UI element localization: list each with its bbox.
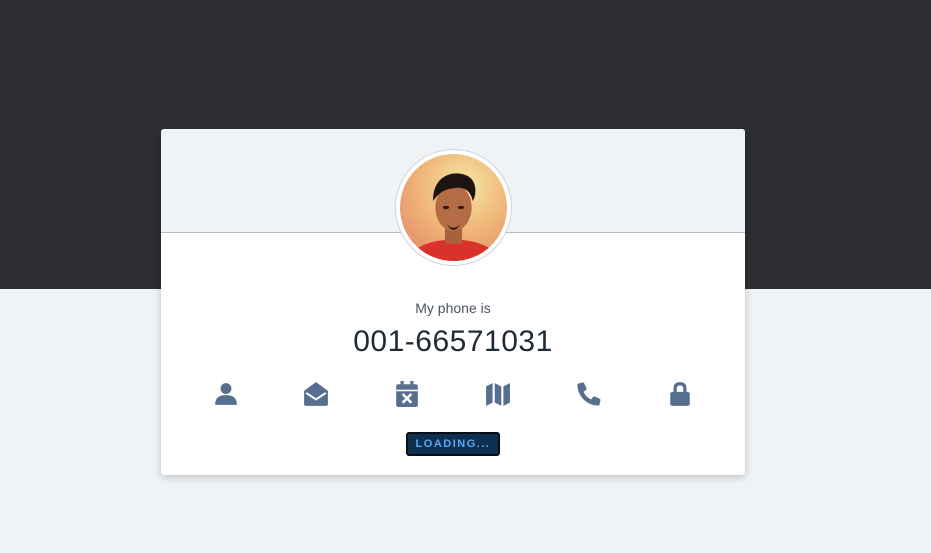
profile-card: My phone is 001-66571031 LOADING... (161, 129, 745, 475)
avatar-photo (400, 154, 507, 261)
avatar (395, 149, 512, 266)
lock-icon[interactable] (665, 379, 695, 409)
phone-icon[interactable] (574, 379, 604, 409)
loading-button[interactable]: LOADING... (406, 432, 500, 456)
info-icon-bar (161, 379, 745, 409)
calendar-x-icon[interactable] (392, 379, 422, 409)
user-icon[interactable] (211, 379, 241, 409)
map-icon[interactable] (483, 379, 513, 409)
info-value: 001-66571031 (353, 325, 553, 358)
envelope-open-icon[interactable] (301, 379, 331, 409)
info-label: My phone is (415, 300, 491, 316)
